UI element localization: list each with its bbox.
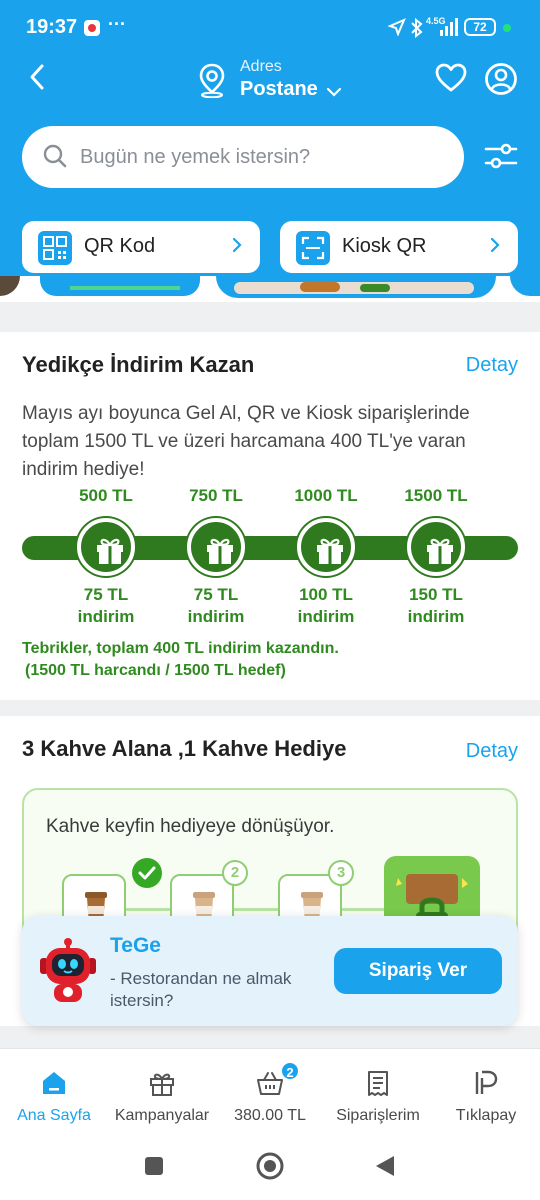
signal-icon bbox=[438, 18, 460, 41]
tege-name: TeGe bbox=[110, 934, 161, 957]
nav-label: Tıklapay bbox=[455, 1107, 517, 1124]
step-gift-marker bbox=[407, 518, 465, 576]
nav-basket[interactable]: 380.00 TL bbox=[216, 1049, 324, 1141]
location-arrow-icon bbox=[387, 18, 406, 41]
location-pin-icon bbox=[196, 62, 228, 103]
chevron-right-icon bbox=[232, 237, 242, 258]
home-icon bbox=[40, 1069, 68, 1097]
step-discount-unit: indirim bbox=[187, 607, 245, 626]
step-discount-unit: indirim bbox=[407, 607, 465, 626]
step-discount-amount: 75 TL bbox=[193, 585, 239, 604]
gift-icon bbox=[97, 538, 123, 564]
status-dot bbox=[503, 24, 511, 32]
congrats-message: Tebrikler, toplam 400 TL indirim kazandı… bbox=[22, 638, 339, 682]
tege-message: - Restorandan ne almak istersin? bbox=[110, 969, 292, 1010]
address-label: Adres bbox=[240, 58, 282, 75]
step-spend: 1500 TL bbox=[404, 486, 468, 505]
bottom-navigation: Ana Sayfa Kampanyalar 380.00 TL 2 Sipari… bbox=[0, 1048, 540, 1140]
step-spend: 500 TL bbox=[79, 486, 133, 505]
header-area: 19:37 ··· 4.5G 72 Adres Postane Bugün ne… bbox=[0, 0, 540, 276]
tege-assistant-card[interactable]: TeGe - Restorandan ne almak istersin? Si… bbox=[22, 916, 518, 1026]
nav-campaigns[interactable]: Kampanyalar bbox=[108, 1049, 216, 1141]
step-discount-amount: 150 TL bbox=[409, 585, 463, 604]
banner-carousel-peek[interactable] bbox=[0, 276, 540, 302]
nav-label: Siparişlerim bbox=[336, 1107, 420, 1124]
gift-icon bbox=[427, 538, 453, 564]
bluetooth-icon bbox=[410, 17, 424, 43]
step-spend: 750 TL bbox=[189, 486, 243, 505]
filter-icon[interactable] bbox=[484, 140, 518, 177]
battery-indicator: 72 bbox=[464, 18, 496, 36]
tiklapay-icon bbox=[472, 1069, 500, 1097]
scan-icon bbox=[296, 231, 330, 265]
campaign-description: Mayıs ayı boyunca Gel Al, QR ve Kiosk si… bbox=[22, 403, 470, 480]
step-gift-marker bbox=[77, 518, 135, 576]
step-discount: 150 TL indirim bbox=[386, 584, 486, 628]
kiosk-qr-button[interactable]: Kiosk QR bbox=[280, 221, 518, 273]
nav-label: 380.00 TL bbox=[234, 1107, 306, 1124]
app-notification-icon bbox=[84, 20, 100, 41]
kiosk-qr-label: Kiosk QR bbox=[342, 235, 427, 257]
step-gift-marker bbox=[297, 518, 355, 576]
gift-icon bbox=[317, 538, 343, 564]
search-bar[interactable]: Bugün ne yemek istersin? bbox=[22, 126, 464, 188]
qr-code-icon bbox=[38, 231, 72, 265]
nav-label: Ana Sayfa bbox=[17, 1107, 91, 1124]
step-discount: 75 TL indirim bbox=[56, 584, 156, 628]
coffee-subtitle: Kahve keyfin hediyeye dönüşüyor. bbox=[46, 816, 335, 837]
chevron-left-icon bbox=[30, 64, 44, 90]
chevron-down-icon bbox=[326, 84, 342, 102]
campaign-detail-link[interactable]: Detay bbox=[466, 740, 518, 763]
gift-icon bbox=[207, 538, 233, 564]
recents-button[interactable] bbox=[144, 1156, 164, 1181]
receipt-icon bbox=[364, 1069, 392, 1097]
step-gift-marker bbox=[187, 518, 245, 576]
campaign-card-spend: Yedikçe İndirim Kazan Detay Mayıs ayı bo… bbox=[0, 332, 540, 700]
search-icon bbox=[42, 143, 68, 174]
congrats-line: Tebrikler, toplam 400 TL indirim kazandı… bbox=[22, 640, 339, 657]
nav-orders[interactable]: Siparişlerim bbox=[324, 1049, 432, 1141]
back-nav-button[interactable] bbox=[374, 1154, 396, 1183]
step-discount: 75 TL indirim bbox=[166, 584, 266, 628]
step-discount-amount: 100 TL bbox=[299, 585, 353, 604]
campaign-title: 3 Kahve Alana ,1 Kahve Hediye bbox=[22, 736, 347, 761]
back-button[interactable] bbox=[26, 62, 58, 98]
status-time: 19:37 bbox=[26, 16, 78, 38]
address-value: Postane bbox=[240, 78, 318, 100]
search-input[interactable]: Bugün ne yemek istersin? bbox=[80, 146, 310, 169]
stamp-number: 2 bbox=[222, 860, 248, 886]
robot-mascot-icon bbox=[36, 936, 100, 1009]
campaign-detail-link[interactable]: Detay bbox=[466, 354, 518, 377]
address-selector[interactable]: Adres Postane bbox=[196, 58, 356, 102]
nav-tiklapay[interactable]: Tıklapay bbox=[432, 1049, 540, 1141]
step-discount-unit: indirim bbox=[77, 607, 135, 626]
gift-icon bbox=[148, 1069, 176, 1097]
step-spend: 1000 TL bbox=[294, 486, 358, 505]
nav-home[interactable]: Ana Sayfa bbox=[0, 1049, 108, 1141]
qr-code-label: QR Kod bbox=[84, 235, 156, 257]
profile-icon[interactable] bbox=[484, 62, 518, 101]
status-bar: 19:37 ··· 4.5G 72 bbox=[0, 0, 540, 56]
check-icon bbox=[132, 858, 162, 888]
status-more: ··· bbox=[108, 14, 126, 34]
connector bbox=[340, 908, 386, 911]
chevron-right-icon bbox=[490, 237, 500, 258]
favorites-heart-icon[interactable] bbox=[434, 62, 468, 99]
qr-code-button[interactable]: QR Kod bbox=[22, 221, 260, 273]
campaign-title: Yedikçe İndirim Kazan bbox=[22, 352, 255, 377]
step-discount-amount: 75 TL bbox=[83, 585, 129, 604]
progress-summary: (1500 TL harcandı / 1500 TL hedef) bbox=[25, 662, 286, 679]
order-button[interactable]: Sipariş Ver bbox=[334, 948, 502, 994]
home-button[interactable] bbox=[256, 1152, 284, 1185]
step-discount: 100 TL indirim bbox=[276, 584, 376, 628]
step-discount-unit: indirim bbox=[297, 607, 355, 626]
system-navigation bbox=[0, 1140, 540, 1200]
connector bbox=[234, 908, 280, 911]
stamp-number: 3 bbox=[328, 860, 354, 886]
connector bbox=[126, 908, 172, 911]
cart-count-badge: 2 bbox=[280, 1061, 300, 1081]
nav-label: Kampanyalar bbox=[114, 1107, 210, 1124]
